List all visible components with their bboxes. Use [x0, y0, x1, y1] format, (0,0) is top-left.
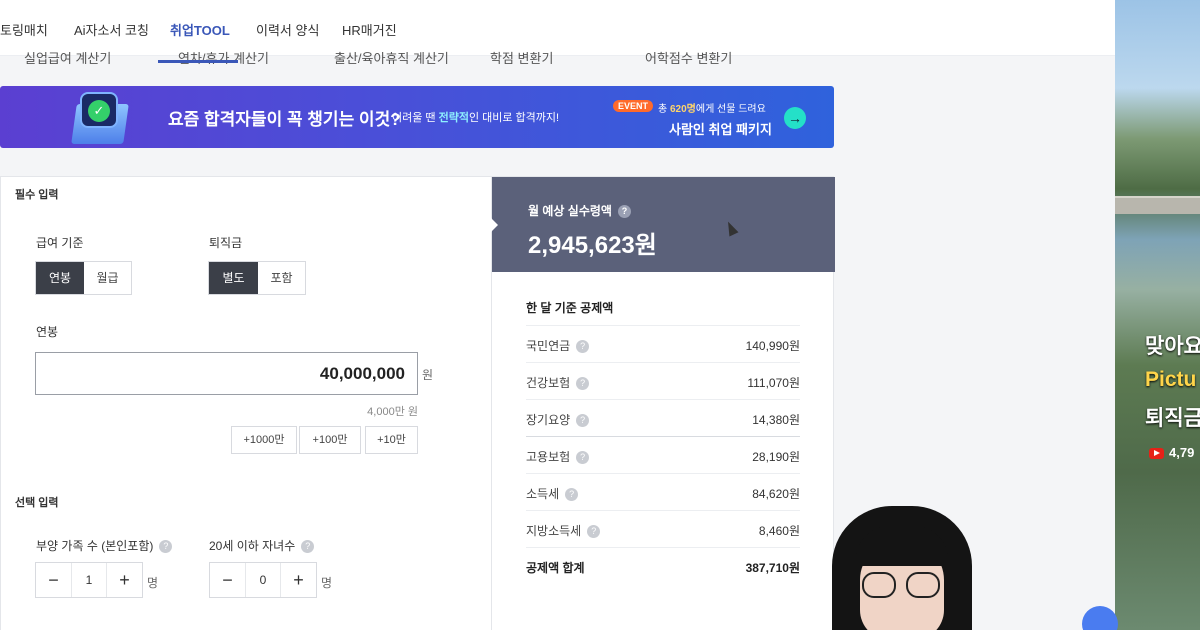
nav-item-job-tool[interactable]: 취업TOOL	[170, 20, 230, 39]
deduction-total-label: 공제액 합계	[526, 561, 585, 575]
children-stepper: − 0 +	[209, 562, 317, 598]
floating-action-button[interactable]	[1082, 606, 1118, 630]
children-minus-button[interactable]: −	[210, 563, 245, 597]
video-caption-line1: 맞아요	[1145, 335, 1200, 358]
subtab-unemployment[interactable]: 실업급여 계산기	[24, 48, 111, 64]
nav-item-matching[interactable]: 토링매치	[0, 20, 48, 39]
severance-toggle: 별도 포함	[208, 261, 306, 295]
help-icon[interactable]: ?	[576, 414, 590, 428]
deduction-value: 111,070원	[747, 376, 800, 390]
help-icon[interactable]: ?	[617, 205, 631, 219]
add-1m-button[interactable]: +100만	[299, 426, 361, 454]
annual-salary-hint: 4,000만 원	[367, 406, 418, 418]
children-label: 20세 이하 자녀수?	[209, 537, 315, 554]
deduction-value: 8,460원	[758, 524, 800, 538]
nav-item-resume-form[interactable]: 이력서 양식	[256, 20, 319, 39]
help-icon[interactable]: ?	[576, 340, 590, 354]
severance-label: 퇴직금	[209, 236, 243, 250]
dependents-stepper: − 1 +	[35, 562, 143, 598]
subtab-parental-leave[interactable]: 출산/육아휴직 계산기	[334, 48, 449, 64]
subtab-language-converter[interactable]: 어학점수 변환기	[645, 48, 732, 64]
monthly-net-pay-title: 월 예상 실수령액?	[528, 202, 631, 219]
annual-salary-input[interactable]: 40,000,000	[35, 352, 418, 395]
promo-banner[interactable]: ✓ 요즘 합격자들이 꼭 챙기는 이것? 어려울 땐 전략적인 대비로 합격까지…	[0, 86, 834, 148]
result-panel: 월 예상 실수령액? 2,945,623원 한 달 기준 공제액 국민연금? 1…	[491, 176, 835, 630]
event-text: 총 620명에게 선물 드려요	[658, 104, 766, 115]
help-icon[interactable]: ?	[587, 525, 601, 539]
deduction-row-employment-insurance: 고용보험? 28,190원	[526, 436, 800, 473]
package-label: 사람인 취업 패키지	[669, 122, 772, 137]
deduction-total-row: 공제액 합계 387,710원	[526, 547, 800, 584]
salary-basis-label: 급여 기준	[36, 236, 84, 250]
deduction-row-local-income-tax: 지방소득세? 8,460원	[526, 510, 800, 547]
arrow-right-icon[interactable]: →	[784, 107, 806, 129]
salary-basis-monthly[interactable]: 월급	[84, 262, 131, 294]
help-icon[interactable]: ?	[576, 451, 590, 465]
add-100k-button[interactable]: +10만	[365, 426, 418, 454]
webcam-overlay	[832, 500, 972, 630]
required-section-title: 필수 입력	[15, 189, 59, 201]
deduction-title: 한 달 기준 공제액	[526, 301, 614, 315]
dependents-value[interactable]: 1	[71, 563, 107, 597]
deduction-row-income-tax: 소득세? 84,620원	[526, 473, 800, 510]
deduction-value: 28,190원	[752, 450, 800, 464]
active-subtab-indicator	[158, 60, 238, 63]
calculator-subtabs: 실업급여 계산기 연차/휴가 계산기 출산/육아휴직 계산기 학점 변환기 어학…	[0, 40, 834, 64]
deduction-value: 84,620원	[752, 487, 800, 501]
dependents-label: 부양 가족 수 (본인포함)?	[36, 537, 173, 554]
deduction-value: 14,380원	[752, 413, 800, 427]
video-thumbnail-sidebar[interactable]: 맞아요 Pictu 퇴직금 4,79	[1115, 0, 1200, 630]
deduction-row-health-insurance: 건강보험? 111,070원	[526, 362, 800, 399]
severance-included[interactable]: 포함	[258, 262, 305, 294]
deduction-total-value: 387,710원	[745, 561, 800, 575]
salary-basis-toggle: 연봉 월급	[35, 261, 132, 295]
children-unit: 명	[321, 576, 333, 590]
video-caption-line2: Pictu	[1145, 368, 1197, 391]
children-plus-button[interactable]: +	[281, 563, 316, 597]
optional-section-title: 선택 입력	[15, 497, 59, 509]
youtube-icon	[1149, 448, 1164, 459]
nav-item-ai-coaching[interactable]: Ai자소서 코칭	[74, 20, 149, 39]
annual-salary-label: 연봉	[36, 325, 59, 339]
subtab-grade-converter[interactable]: 학점 변환기	[490, 48, 553, 64]
help-icon[interactable]: ?	[576, 377, 590, 391]
monthly-net-pay-amount: 2,945,623원	[528, 232, 657, 259]
deduction-value: 140,990원	[745, 339, 800, 353]
dependents-minus-button[interactable]: −	[36, 563, 71, 597]
deduction-row-national-pension: 국민연금? 140,990원	[526, 325, 800, 362]
nav-item-hr-magazine[interactable]: HR매거진	[342, 20, 397, 39]
banner-subtext: 어려울 땐 전략적인 대비로 합격까지!	[392, 112, 560, 124]
banner-headline: 요즘 합격자들이 꼭 챙기는 이것?	[168, 110, 401, 129]
bridge-scenery	[1115, 196, 1200, 214]
dependents-unit: 명	[147, 576, 159, 590]
annual-salary-unit: 원	[422, 368, 434, 382]
result-pointer	[491, 218, 498, 232]
monthly-net-pay-header: 월 예상 실수령액? 2,945,623원	[492, 177, 835, 272]
help-icon[interactable]: ?	[565, 488, 579, 502]
gift-box-illustration: ✓	[60, 90, 140, 144]
video-view-count: 4,79	[1169, 445, 1195, 460]
severance-separate[interactable]: 별도	[209, 262, 258, 294]
event-badge: EVENT	[613, 100, 654, 112]
add-10m-button[interactable]: +1000만	[231, 426, 297, 454]
deduction-row-long-term-care: 장기요양? 14,380원	[526, 399, 800, 436]
children-value[interactable]: 0	[245, 563, 281, 597]
help-icon[interactable]: ?	[301, 540, 315, 554]
video-caption-line3: 퇴직금	[1145, 407, 1200, 430]
dependents-plus-button[interactable]: +	[107, 563, 142, 597]
check-badge-icon: ✓	[88, 100, 110, 122]
help-icon[interactable]: ?	[159, 540, 173, 554]
salary-basis-annual[interactable]: 연봉	[36, 262, 84, 294]
input-panel: 필수 입력 급여 기준 연봉 월급 퇴직금 별도 포함 연봉 40,000,00…	[0, 176, 492, 630]
